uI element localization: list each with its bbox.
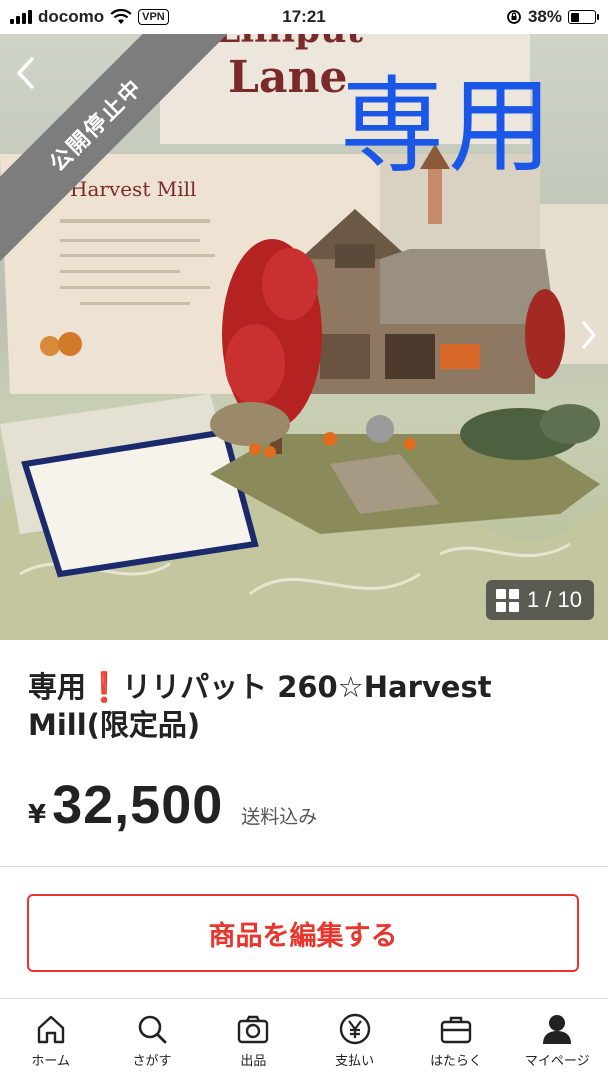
item-title: 専用❗️リリパット 260☆Harvest Mill(限定品) [28, 670, 492, 742]
box-brand-2: Lane [228, 52, 347, 103]
battery-icon [568, 10, 599, 24]
status-right: 38% [506, 7, 608, 27]
tab-payment[interactable]: 支払い [304, 1004, 405, 1080]
chevron-right-icon [582, 321, 596, 349]
carrier-name: docomo [38, 7, 105, 26]
product-photo[interactable]: Lilliput Lane Harvest Mill [0, 34, 608, 640]
wifi-icon [110, 9, 132, 24]
box-brand-1: Lilliput [215, 34, 363, 51]
chevron-left-icon [17, 57, 34, 89]
tab-search-label: さがす [132, 1054, 172, 1069]
tab-payment-label: 支払い [335, 1054, 375, 1069]
person-icon [543, 1015, 572, 1044]
yen-icon [339, 1013, 370, 1045]
tab-mypage[interactable]: マイページ [507, 1004, 608, 1080]
tabbar-divider [0, 998, 608, 999]
tab-home[interactable]: ホーム [0, 1004, 101, 1080]
briefcase-icon [440, 1016, 472, 1044]
camera-icon [238, 1015, 269, 1044]
tab-mypage-label: マイページ [524, 1054, 590, 1069]
status-left: docomo VPN [0, 7, 169, 27]
edit-item-button[interactable]: 商品を編集する [27, 894, 579, 972]
tab-work-label: はたらく [430, 1054, 482, 1069]
tab-search[interactable]: さがす [101, 1004, 202, 1080]
signal-icon [10, 10, 32, 24]
orientation-lock-icon [507, 10, 521, 24]
tab-bar: ホーム さがす 出品 支払い はたらく マイページ [0, 1004, 608, 1080]
search-icon [138, 1015, 167, 1044]
image-counter-text: 1 / 10 [526, 587, 582, 612]
home-icon [37, 1015, 64, 1044]
battery-percent: 38% [527, 7, 562, 26]
grid-icon [495, 588, 519, 612]
vpn-badge: VPN [138, 9, 169, 25]
back-button[interactable] [14, 56, 52, 94]
shipping-note: 送料込み [241, 806, 318, 828]
divider [0, 866, 608, 867]
tab-home-label: ホーム [31, 1054, 70, 1069]
item-price: 32,500 [52, 775, 224, 835]
tab-sell[interactable]: 出品 [203, 1004, 304, 1080]
currency-symbol: ¥ [28, 800, 47, 830]
status-bar: docomo VPN 17:21 38% [0, 0, 608, 34]
battery-fill [570, 12, 580, 22]
overlay-text: 専用 [340, 65, 557, 187]
tab-sell-label: 出品 [240, 1054, 267, 1069]
price-row: ¥ 32,500 送料込み [28, 774, 317, 836]
image-counter[interactable]: 1 / 10 [485, 580, 594, 620]
tab-work[interactable]: はたらく [405, 1004, 506, 1080]
certificate-title: Harvest Mill [70, 177, 196, 201]
